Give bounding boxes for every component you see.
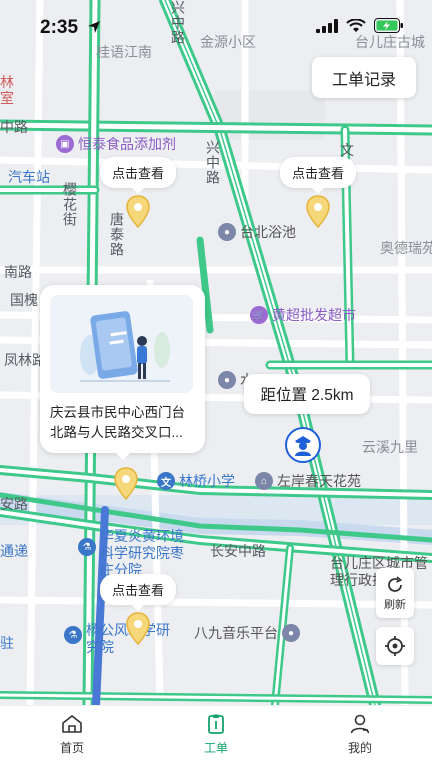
bottom-tab-bar: 首页 工单 我的 bbox=[0, 705, 432, 768]
place-pin-icon: ● bbox=[282, 624, 300, 642]
poi-huangchao-label: 黄超批发超市 bbox=[272, 307, 356, 323]
view-bubble[interactable]: 点击查看 bbox=[100, 157, 177, 194]
poi-huangchao[interactable]: 🛒 黄超批发超市 bbox=[250, 305, 356, 325]
work-order-pin-icon[interactable] bbox=[305, 195, 331, 229]
work-order-info-card[interactable]: 庆云县市民中心西门台北路与人民路交叉口... bbox=[40, 285, 205, 460]
road-label-xingzhong-mid: 兴中路 bbox=[205, 140, 221, 185]
status-bar: 2:35 bbox=[0, 0, 432, 52]
tab-home[interactable]: 首页 bbox=[0, 706, 144, 768]
road-label-tangtai: 唐泰路 bbox=[109, 212, 125, 257]
map-view[interactable]: 桂语江南 金源小区 台儿庄古城 奥德瑞苑 云溪九里 林 室 汽车站 通递 驻 兴… bbox=[0, 0, 432, 705]
poi-bajiu-music-label: 八九音乐平台 bbox=[194, 625, 278, 641]
work-order-address: 庆云县市民中心西门台北路与人民路交叉口... bbox=[50, 405, 185, 440]
place-pin-icon: ● bbox=[218, 223, 236, 241]
area-label-aode: 奥德瑞苑 bbox=[380, 240, 432, 256]
tab-mine-label: 我的 bbox=[347, 741, 372, 755]
place-pin-icon: ● bbox=[218, 371, 236, 389]
road-label-anlu: 安路 bbox=[0, 496, 28, 512]
poi-linqiao-school[interactable]: 文 林桥小学 bbox=[157, 471, 235, 491]
flask-icon: ⚗ bbox=[78, 538, 96, 556]
refresh-label: 刷新 bbox=[384, 598, 406, 611]
residence-icon: ⌂ bbox=[255, 472, 273, 490]
area-label-tong: 通递 bbox=[0, 543, 28, 559]
poi-zuoan[interactable]: ⌂ 左岸春天花苑 bbox=[255, 471, 361, 491]
refresh-icon bbox=[388, 575, 403, 592]
officer-location-icon bbox=[285, 427, 321, 463]
refresh-button[interactable]: 刷新 bbox=[376, 568, 414, 618]
location-arrow-icon bbox=[88, 21, 100, 33]
work-order-icon bbox=[208, 714, 224, 734]
poi-hengtai-label: 恒泰食品添加剂 bbox=[78, 136, 176, 152]
phone-illustration bbox=[50, 295, 193, 393]
view-bubble[interactable]: 点击查看 bbox=[280, 157, 357, 194]
area-label-yunxi: 云溪九里 bbox=[362, 439, 418, 455]
road-label-zhong: 中路 bbox=[0, 119, 28, 135]
signal-icon bbox=[316, 18, 338, 33]
work-order-pin-icon[interactable] bbox=[113, 467, 139, 501]
road-label-nan: 南路 bbox=[4, 264, 32, 280]
poi-zuoan-label: 左岸春天花苑 bbox=[277, 473, 361, 489]
area-label-shi: 室 bbox=[0, 90, 14, 106]
poi-taibei-bath[interactable]: ● 台北浴池 bbox=[218, 222, 296, 242]
tab-mine[interactable]: 我的 bbox=[288, 706, 432, 768]
battery-charging-icon bbox=[374, 18, 403, 33]
poi-hengtai[interactable]: ▣ 恒泰食品添加剂 bbox=[56, 134, 176, 154]
tab-work-order-label: 工单 bbox=[203, 741, 228, 755]
tab-work-order[interactable]: 工单 bbox=[144, 706, 288, 768]
poi-yanggong[interactable]: ⚗ 杨公风水学研究院 bbox=[64, 622, 170, 656]
poi-taibei-bath-label: 台北浴池 bbox=[240, 224, 296, 240]
wifi-icon bbox=[346, 18, 366, 32]
poi-huaxia[interactable]: ⚗ 华夏炎黄环境科学研究院枣庄分院 bbox=[78, 528, 192, 579]
road-label-yinghua: 樱花街 bbox=[62, 182, 78, 227]
shop-icon: ▣ bbox=[56, 135, 74, 153]
work-order-pin-icon[interactable] bbox=[125, 612, 151, 646]
distance-bubble: 距位置 2.5km bbox=[244, 374, 370, 414]
school-icon: 文 bbox=[157, 472, 175, 490]
area-label-zhu: 驻 bbox=[0, 635, 14, 651]
area-label-car-station: 汽车站 bbox=[8, 169, 50, 185]
work-order-pin-icon[interactable] bbox=[125, 195, 151, 229]
road-label-changan: 长安中路 bbox=[210, 543, 266, 559]
locate-button[interactable] bbox=[376, 627, 414, 665]
tab-home-label: 首页 bbox=[59, 741, 84, 755]
cart-icon: 🛒 bbox=[250, 306, 268, 324]
poi-linqiao-school-label: 林桥小学 bbox=[179, 473, 235, 489]
view-bubble[interactable]: 点击查看 bbox=[100, 574, 177, 611]
flask-icon: ⚗ bbox=[64, 626, 82, 644]
poi-bajiu-music[interactable]: 八九音乐平台 ● bbox=[194, 623, 300, 643]
home-icon bbox=[62, 715, 82, 733]
status-time: 2:35 bbox=[40, 17, 79, 38]
user-icon bbox=[350, 714, 370, 734]
order-record-button[interactable]: 工单记录 bbox=[312, 57, 416, 98]
crosshair-icon bbox=[385, 636, 405, 656]
road-label-guohuai: 国槐 bbox=[10, 292, 38, 308]
poi-huaxia-label: 华夏炎黄环境科学研究院枣庄分院 bbox=[100, 528, 184, 578]
